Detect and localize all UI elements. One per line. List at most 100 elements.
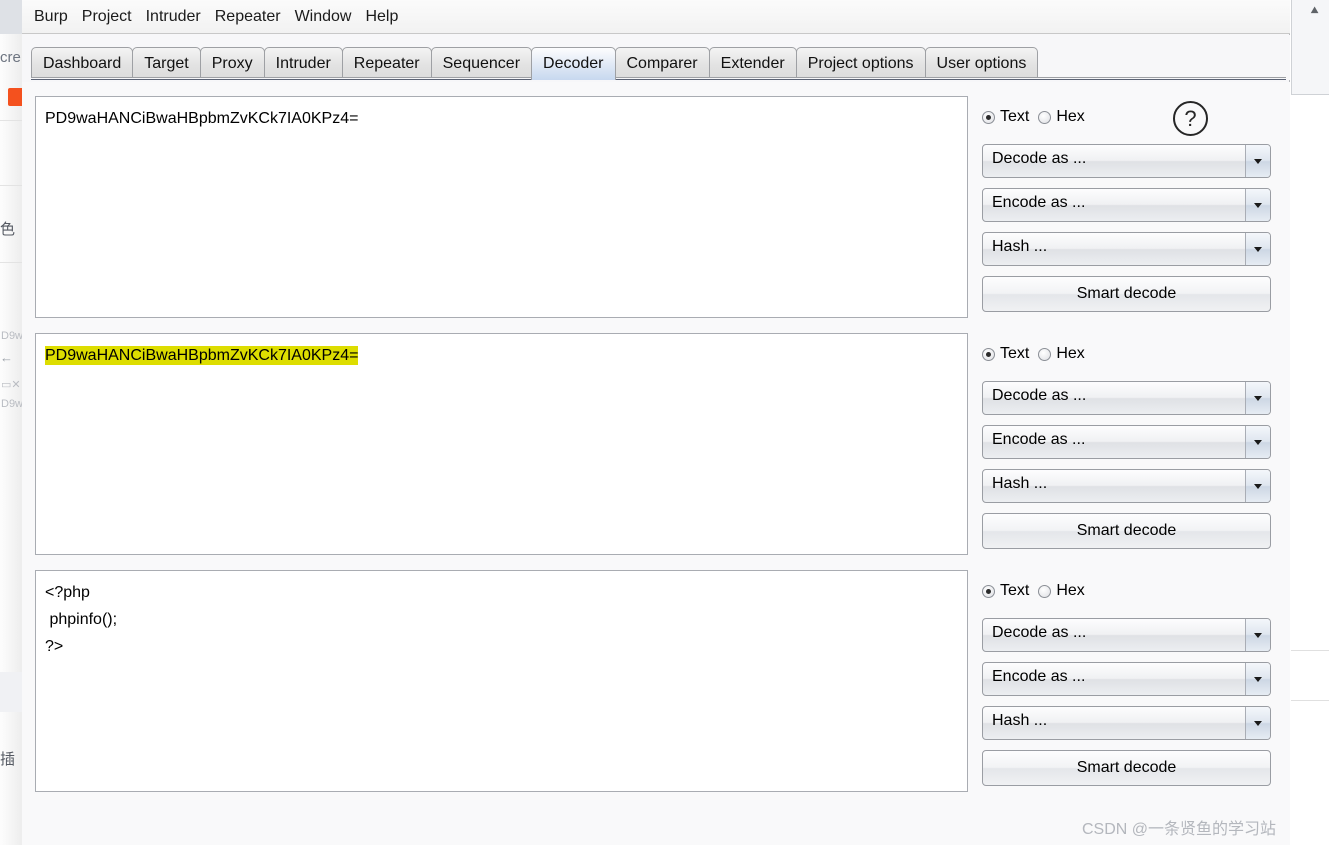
decode-as-dropdown[interactable]: Decode as ... — [982, 618, 1271, 652]
tab-decoder[interactable]: Decoder — [531, 47, 616, 80]
decoder-input-textarea[interactable]: PD9waHANCiBwaHBpbmZvKCk7IA0KPz4= — [35, 96, 968, 318]
smart-decode-button[interactable]: Smart decode — [982, 276, 1271, 312]
tab-repeater[interactable]: Repeater — [341, 47, 432, 80]
hash-dropdown[interactable]: Hash ... — [982, 706, 1271, 740]
tab-user-options[interactable]: User options — [924, 47, 1039, 80]
chevron-down-icon[interactable] — [1245, 707, 1270, 739]
menu-item-project[interactable]: Project — [75, 6, 139, 28]
background-browser-tabstrip — [0, 0, 22, 34]
radio-text-option[interactable]: Text — [982, 108, 1029, 126]
view-mode-radio-group: Text Hex — [982, 108, 1085, 126]
decode-as-dropdown[interactable]: Decode as ... — [982, 144, 1271, 178]
decoder-output-textarea[interactable]: <?php phpinfo(); ?> — [35, 570, 968, 792]
hash-label: Hash ... — [992, 475, 1048, 492]
decoder-output-line-1: <?php — [45, 584, 90, 601]
hash-dropdown[interactable]: Hash ... — [982, 469, 1271, 503]
encode-as-dropdown[interactable]: Encode as ... — [982, 188, 1271, 222]
burp-suite-window: Burp Project Intruder Repeater Window He… — [22, 0, 1290, 845]
radio-text-option[interactable]: Text — [982, 345, 1029, 363]
smart-decode-button[interactable]: Smart decode — [982, 513, 1271, 549]
chevron-down-icon[interactable] — [1245, 470, 1270, 502]
encode-as-dropdown[interactable]: Encode as ... — [982, 662, 1271, 696]
highlighted-text: PD9waHANCiBwaHBpbmZvKCk7IA0KPz4= — [45, 346, 359, 365]
background-text-fragment: cre — [0, 49, 21, 66]
radio-text-label: Text — [1000, 582, 1030, 599]
view-mode-radio-group: Text Hex — [982, 582, 1085, 600]
background-faint-icon-row: ▭✕ — [1, 379, 21, 391]
encode-as-label: Encode as ... — [992, 194, 1086, 211]
tab-proxy[interactable]: Proxy — [199, 47, 265, 80]
hash-label: Hash ... — [992, 712, 1048, 729]
radio-unselected-icon — [1038, 347, 1052, 361]
chevron-down-icon[interactable] — [1245, 619, 1270, 651]
radio-selected-icon — [982, 584, 995, 598]
decoder-panel-input: PD9waHANCiBwaHBpbmZvKCk7IA0KPz4= Text He… — [35, 96, 1277, 318]
radio-unselected-icon — [1038, 110, 1052, 124]
menu-item-window[interactable]: Window — [288, 6, 359, 28]
decoder-middle-textarea[interactable]: PD9waHANCiBwaHBpbmZvKCk7IA0KPz4= — [35, 333, 968, 555]
background-divider — [0, 185, 22, 186]
encode-as-label: Encode as ... — [992, 668, 1086, 685]
tab-bar-underline — [31, 77, 1286, 80]
decoder-middle-controls: Text Hex Decode as ... Encode as ... Has… — [980, 333, 1277, 555]
chevron-down-icon[interactable] — [1245, 426, 1270, 458]
tab-target[interactable]: Target — [132, 47, 201, 80]
decoder-content: PD9waHANCiBwaHBpbmZvKCk7IA0KPz4= Text He… — [22, 82, 1290, 845]
radio-selected-icon — [982, 110, 995, 124]
menu-bar: Burp Project Intruder Repeater Window He… — [22, 0, 1290, 34]
csdn-watermark: CSDN @一条贤鱼的学习站 — [1082, 821, 1277, 838]
background-cjk-fragment-color: 色 — [0, 221, 16, 238]
radio-selected-icon — [982, 347, 995, 361]
decode-as-dropdown[interactable]: Decode as ... — [982, 381, 1271, 415]
radio-hex-label: Hex — [1056, 582, 1085, 599]
menu-item-repeater[interactable]: Repeater — [208, 6, 288, 28]
radio-text-label: Text — [1000, 345, 1030, 362]
tab-sequencer[interactable]: Sequencer — [430, 47, 533, 80]
decoder-output-line-2: phpinfo(); — [45, 611, 118, 628]
smart-decode-button[interactable]: Smart decode — [982, 750, 1271, 786]
hash-label: Hash ... — [992, 238, 1048, 255]
decoder-output-line-3: ?> — [45, 638, 64, 655]
radio-text-option[interactable]: Text — [982, 582, 1029, 600]
background-left-strip — [0, 0, 22, 845]
encode-as-dropdown[interactable]: Encode as ... — [982, 425, 1271, 459]
menu-item-help[interactable]: Help — [358, 6, 405, 28]
decode-as-label: Decode as ... — [992, 387, 1087, 404]
decoder-panel-output: <?php phpinfo(); ?> Text Hex Decode as .… — [35, 570, 1277, 792]
decoder-middle-line: PD9waHANCiBwaHBpbmZvKCk7IA0KPz4= — [45, 342, 958, 369]
background-faint-text: D9w — [1, 330, 24, 342]
view-mode-radio-group: Text Hex — [982, 345, 1085, 363]
decoder-input-line: PD9waHANCiBwaHBpbmZvKCk7IA0KPz4= — [45, 110, 359, 127]
decoder-panel-middle: PD9waHANCiBwaHBpbmZvKCk7IA0KPz4= Text He… — [35, 333, 1277, 555]
background-divider — [0, 262, 22, 263]
menu-item-burp[interactable]: Burp — [27, 6, 75, 28]
background-divider — [1291, 700, 1329, 701]
help-icon[interactable]: ? — [1173, 101, 1208, 136]
background-divider — [1291, 650, 1329, 651]
background-back-arrow-icon: ← — [0, 350, 13, 365]
tab-extender[interactable]: Extender — [708, 47, 797, 80]
hash-dropdown[interactable]: Hash ... — [982, 232, 1271, 266]
menu-item-intruder[interactable]: Intruder — [139, 6, 208, 28]
tab-project-options[interactable]: Project options — [795, 47, 926, 80]
chevron-down-icon[interactable] — [1245, 145, 1270, 177]
radio-hex-option[interactable]: Hex — [1038, 108, 1085, 126]
decode-as-label: Decode as ... — [992, 150, 1087, 167]
radio-hex-option[interactable]: Hex — [1038, 345, 1085, 363]
decoder-output-controls: Text Hex Decode as ... Encode as ... Has… — [980, 570, 1277, 792]
radio-text-label: Text — [1000, 108, 1030, 125]
chevron-down-icon[interactable] — [1245, 189, 1270, 221]
background-cjk-fragment-plugin: 插 — [0, 751, 16, 768]
radio-hex-label: Hex — [1056, 108, 1085, 125]
main-tab-bar: Dashboard Target Proxy Intruder Repeater… — [22, 35, 1290, 80]
tab-comparer[interactable]: Comparer — [614, 47, 710, 80]
screen-root: cre 色 D9w ← ▭✕ D9w 插 ⯅ Burp Project Intr… — [0, 0, 1329, 845]
decode-as-label: Decode as ... — [992, 624, 1087, 641]
tab-dashboard[interactable]: Dashboard — [31, 47, 134, 80]
encode-as-label: Encode as ... — [992, 431, 1086, 448]
chevron-down-icon[interactable] — [1245, 663, 1270, 695]
tab-intruder[interactable]: Intruder — [263, 47, 343, 80]
chevron-down-icon[interactable] — [1245, 382, 1270, 414]
radio-hex-option[interactable]: Hex — [1038, 582, 1085, 600]
chevron-down-icon[interactable] — [1245, 233, 1270, 265]
